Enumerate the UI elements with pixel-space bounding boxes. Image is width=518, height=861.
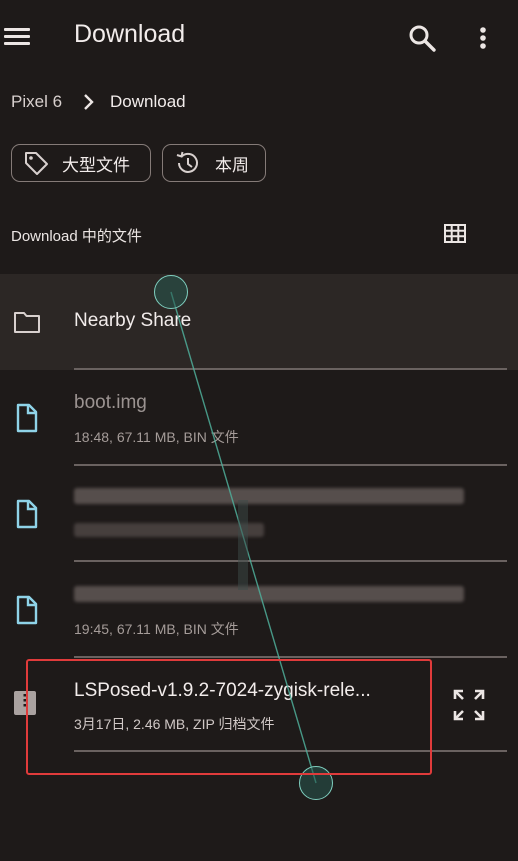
breadcrumb-current[interactable]: Download (110, 92, 186, 112)
folder-icon (14, 312, 40, 333)
file-icon (16, 595, 38, 625)
breadcrumb: Pixel 6 Download (11, 90, 186, 114)
file-icon (16, 499, 38, 529)
grid-view-icon[interactable] (443, 222, 467, 246)
file-name: Nearby Share (74, 310, 192, 331)
touch-start-indicator (154, 275, 188, 309)
more-vert-icon[interactable] (468, 20, 498, 56)
files-app: Download Pixel 6 Download 大型文件 本周 Downlo… (0, 0, 518, 861)
page-title: Download (74, 20, 186, 48)
file-icon (16, 403, 38, 433)
chip-label: 本周 (215, 155, 249, 175)
file-name: boot.img (74, 392, 147, 413)
list-item-folder[interactable]: Nearby Share (0, 274, 518, 370)
section-title: Download 中的文件 (11, 228, 142, 245)
chip-large-files[interactable]: 大型文件 (11, 144, 151, 182)
chip-this-week[interactable]: 本周 (162, 144, 266, 182)
list-item-file[interactable]: 19:45, 67.11 MB, BIN 文件 (0, 562, 518, 658)
highlight-box (26, 659, 432, 775)
file-meta: 19:45, 67.11 MB, BIN 文件 (74, 621, 239, 637)
chip-label: 大型文件 (62, 155, 130, 175)
pixelated-file-meta (74, 523, 264, 537)
list-item-file[interactable] (0, 466, 518, 562)
list-item-file[interactable]: boot.img 18:48, 67.11 MB, BIN 文件 (0, 370, 518, 466)
chevron-right-icon (84, 94, 94, 110)
search-icon[interactable] (404, 20, 440, 56)
breadcrumb-root[interactable]: Pixel 6 (11, 92, 62, 112)
file-meta: 18:48, 67.11 MB, BIN 文件 (74, 429, 239, 445)
menu-icon[interactable] (2, 22, 32, 52)
history-icon (176, 151, 198, 173)
top-app-bar: Download (0, 0, 518, 76)
pixelated-file-name (74, 586, 464, 602)
expand-icon[interactable] (452, 688, 486, 722)
label-tag-icon (25, 152, 48, 175)
pixelated-file-name (74, 488, 464, 504)
